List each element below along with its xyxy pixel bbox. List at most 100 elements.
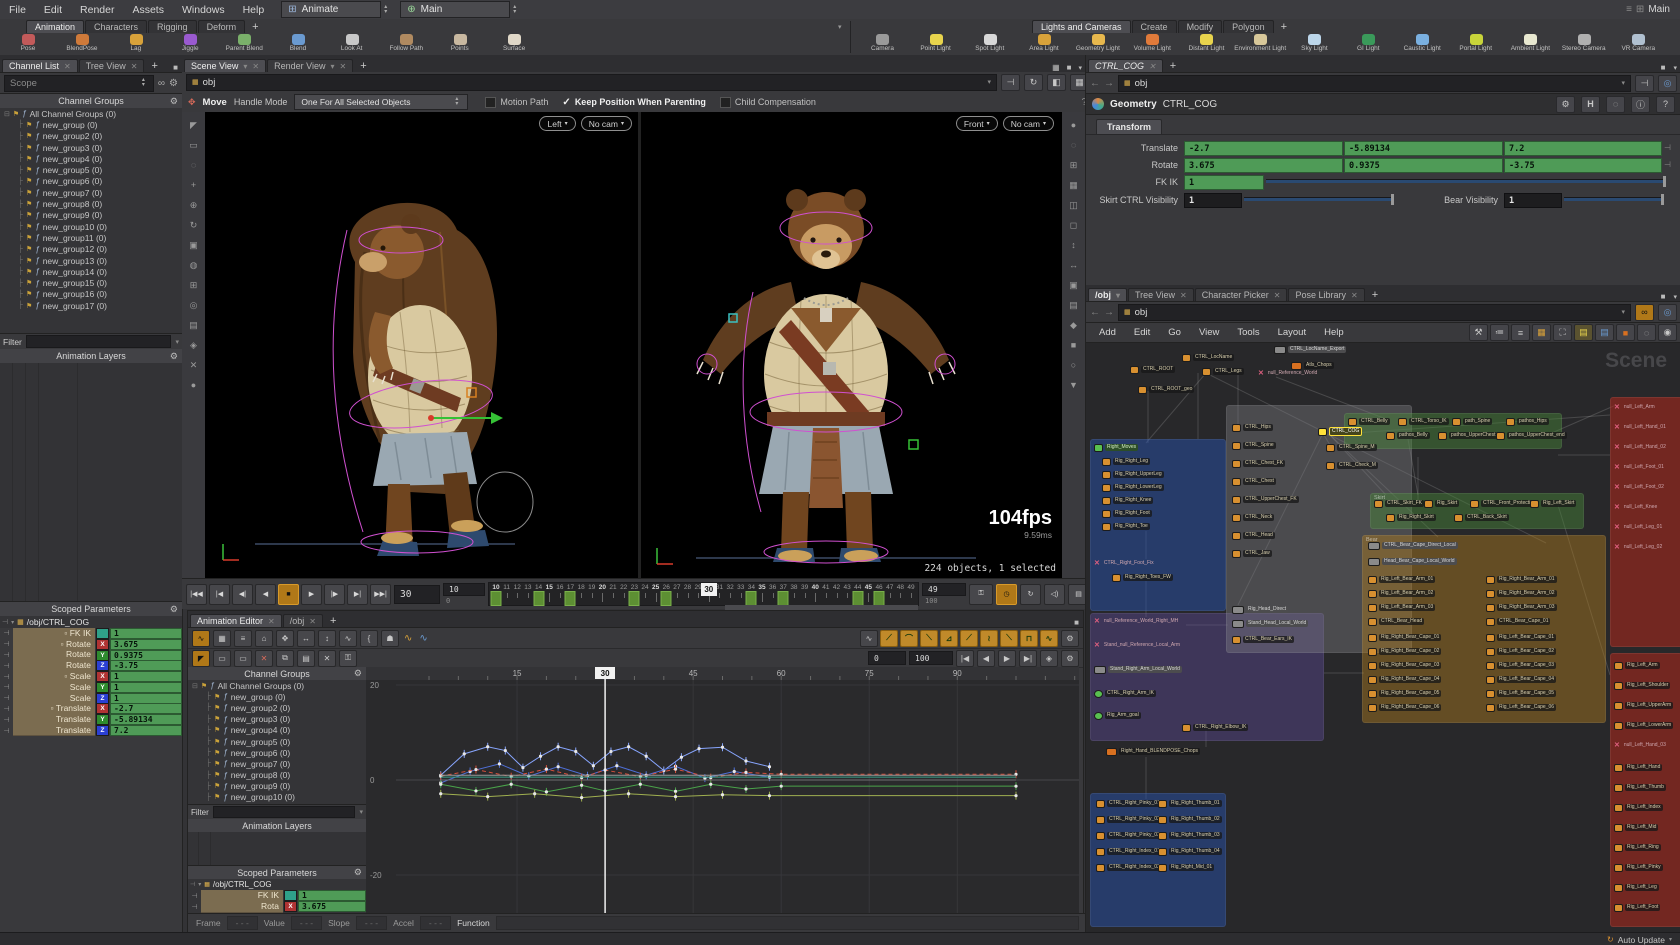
network-node[interactable]: Rig_Right_Thumb_04 <box>1158 847 1222 856</box>
param-value-field[interactable]: 1 <box>298 890 366 901</box>
channel-group-row[interactable]: ├ ⚑ ƒ new_group9 (0) <box>188 781 366 792</box>
viewport-tool-icon[interactable]: ⊞ <box>186 278 201 292</box>
shelf-tool-portal-light[interactable]: Portal Light <box>1450 33 1502 55</box>
network-node[interactable]: ✕ null_Left_Hand_02 <box>1614 443 1668 452</box>
channel-group-row[interactable]: ├ ⚑ ƒ new_group (0) <box>188 691 366 702</box>
channel-group-row[interactable]: ⊟ ⚑ ƒ All Channel Groups (0) <box>0 108 182 119</box>
rotate-z-field[interactable]: -3.75 <box>1504 158 1662 173</box>
network-node[interactable]: CTRL_Skirt_FK <box>1374 499 1425 508</box>
play-button[interactable]: ▶ <box>301 583 322 605</box>
shelf-tool-area-light[interactable]: Area Light <box>1018 33 1070 55</box>
shelf-tool-parent-blend[interactable]: Parent Blend <box>218 33 270 55</box>
shelf-tool-lag[interactable]: Lag <box>110 33 162 55</box>
viewport-tool-icon[interactable]: ◫ <box>1066 198 1081 212</box>
skirt-visibility-field[interactable]: 1 <box>1184 193 1242 208</box>
network-node[interactable]: CTRL_Right_Index_01 <box>1096 847 1162 856</box>
network-node[interactable]: Rig_Left_Foot <box>1614 903 1661 912</box>
camera-selector[interactable]: No cam ▾ <box>580 116 632 131</box>
expression-button[interactable]: { <box>360 629 378 647</box>
pane-menu-icon[interactable]: ■ <box>1064 63 1075 72</box>
viewport-tool-icon[interactable]: ● <box>186 378 201 392</box>
pane-dropdown-icon[interactable]: ▾ <box>1669 293 1680 301</box>
scoped-param-row[interactable]: ⊣ Scale Z 1 <box>0 692 182 705</box>
tangent-preset-button[interactable]: ⟍ <box>920 629 938 647</box>
network-node[interactable]: CTRL_Neck <box>1232 513 1275 522</box>
network-node[interactable]: ✕ null_Left_Leg_01 <box>1614 523 1664 532</box>
viewport-tool-icon[interactable]: ▭ <box>186 138 201 152</box>
link-editor-button[interactable]: ∞ <box>1635 303 1654 321</box>
scoped-param-row[interactable]: ⊣ ▫ Translate X -2.7 <box>0 703 182 715</box>
stop-button[interactable]: ■ <box>278 583 299 605</box>
network-box[interactable] <box>1610 397 1680 647</box>
tangent-preset-button[interactable]: ⟋ <box>880 629 898 647</box>
tangent-preset-button[interactable]: ⊓ <box>1020 629 1038 647</box>
menu-edit[interactable]: Edit <box>35 0 71 19</box>
shelf-tool-spot-light[interactable]: Spot Light <box>964 33 1016 55</box>
viewport-tool-icon[interactable]: ◻ <box>1066 218 1081 232</box>
network-menu-edit[interactable]: Edit <box>1125 323 1159 342</box>
network-node[interactable]: Rig_Arm_goal <box>1094 711 1141 720</box>
shelf-tool-distant-light[interactable]: Distant Light <box>1180 33 1232 55</box>
viewport-tool-icon[interactable]: ■ <box>1066 338 1081 352</box>
shelf-tool-jiggle[interactable]: Jiggle <box>164 33 216 55</box>
network-node[interactable]: CTRL_Chest_FK <box>1232 459 1286 468</box>
viewport-right[interactable]: Front ▾ No cam ▾ 104fps 9.59ms 224 objects… <box>641 112 1062 578</box>
tab-render-view[interactable]: Render View ▾ ✕ <box>267 59 354 72</box>
cut-keys-button[interactable]: ✕ <box>255 649 273 667</box>
gear-menu-icon[interactable]: ⚙ <box>1556 95 1575 113</box>
pin-icon[interactable]: ⊣ <box>2 618 8 626</box>
ae-range-end-field[interactable]: 100 <box>909 651 953 665</box>
bear-visibility-slider[interactable] <box>1564 194 1664 205</box>
ae-jump-end-button[interactable]: ▶| <box>1019 649 1037 667</box>
channel-group-row[interactable]: ├ ⚑ ƒ new_group3 (0) <box>0 142 182 153</box>
tangent-preset-button[interactable]: ⌒ <box>900 629 918 647</box>
help-icon[interactable]: ? <box>1656 95 1675 113</box>
viewport-tool-icon[interactable]: ↕ <box>1066 238 1081 252</box>
viewport-tool-icon[interactable]: ⊕ <box>186 198 201 212</box>
network-node[interactable]: Rig_Right_UpperLeg <box>1102 470 1164 479</box>
keyed-icon[interactable]: ⊣ <box>1664 143 1671 152</box>
follow-selection-icon[interactable]: ◎ <box>1658 74 1677 92</box>
network-node[interactable]: CTRL_Right_Pinky_03 <box>1096 831 1162 840</box>
scoped-param-row[interactable]: ⊣ Translate Z 7.2 <box>0 724 182 737</box>
viewport-tool-icon[interactable]: ▤ <box>186 318 201 332</box>
translate-z-field[interactable]: 7.2 <box>1504 141 1662 156</box>
pin-icon[interactable]: ⊣ <box>0 673 13 681</box>
network-box[interactable] <box>1090 793 1226 927</box>
network-node[interactable]: Rig_Left_Thumb <box>1614 783 1666 792</box>
range-start-field[interactable]: 10 <box>443 583 485 596</box>
ae-lock-button[interactable]: ◈ <box>1040 649 1058 667</box>
channel-group-row[interactable]: ├ ⚑ ƒ new_group5 (0) <box>188 736 366 747</box>
channel-group-row[interactable]: ├ ⚑ ƒ new_group12 (0) <box>0 244 182 255</box>
graph-playhead-flag[interactable]: 30 <box>595 667 616 679</box>
shelf-tab-polygon[interactable]: Polygon <box>1223 20 1274 33</box>
network-node[interactable]: Rig_Left_Bear_Arm_02 <box>1368 589 1436 598</box>
shelf-tab-deform[interactable]: Deform <box>197 20 246 33</box>
network-node[interactable]: Stand_Right_Arm_Local_World <box>1094 665 1182 674</box>
network-node[interactable]: Rig_Right_Bear_Cape_06 <box>1368 703 1442 712</box>
shelf-tool-surface[interactable]: Surface <box>488 33 540 55</box>
param-value-field[interactable]: 3.675 <box>110 638 182 650</box>
viewport-tool-icon[interactable]: ▼ <box>1066 378 1081 392</box>
nav-back-icon[interactable]: ← <box>1090 78 1100 89</box>
ae-step-back-button[interactable]: ◀ <box>977 649 995 667</box>
update-mode-dropdown[interactable]: ▾ <box>1665 936 1680 943</box>
shelf-tool-gi-light[interactable]: GI Light <box>1342 33 1394 55</box>
network-node[interactable]: Rig_Left_Leg <box>1614 883 1659 892</box>
network-node[interactable]: Rig_Left_Ring <box>1614 843 1661 852</box>
camera-selector[interactable]: No cam ▾ <box>1002 116 1054 131</box>
channel-group-row[interactable]: ├ ⚑ ƒ new_group9 (0) <box>0 210 182 221</box>
network-node[interactable]: Rig_Right_Leg <box>1102 457 1151 466</box>
network-node[interactable]: pathos_UpperChest_end <box>1496 431 1567 440</box>
show-curves-button[interactable]: ∿ <box>339 629 357 647</box>
node-name-field[interactable]: CTRL_COG <box>1163 99 1217 110</box>
translate-x-field[interactable]: -2.7 <box>1184 141 1343 156</box>
scene-path-field[interactable]: ▦ obj ▾ <box>186 73 997 91</box>
param-value-field[interactable]: 0.9375 <box>110 649 182 661</box>
prev-frame-button[interactable]: ◀| <box>232 583 253 605</box>
shelf-tool-environment-light[interactable]: Environment Light <box>1234 33 1286 55</box>
table-view-button[interactable]: ▦ <box>213 629 231 647</box>
gear-icon[interactable]: ⚙ <box>170 96 178 107</box>
add-tab-button[interactable]: + <box>324 615 342 627</box>
shelf-tool-vr-camera[interactable]: VR Camera <box>1612 33 1664 55</box>
